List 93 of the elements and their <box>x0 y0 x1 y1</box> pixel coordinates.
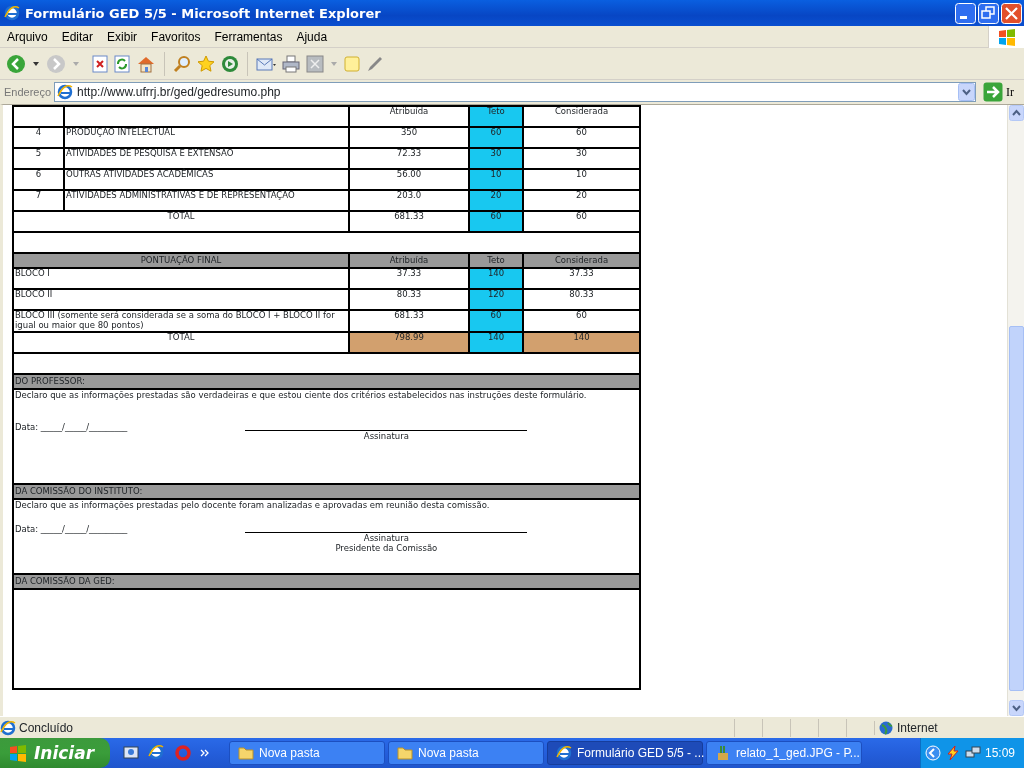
window-title: Formulário GED 5/5 - Microsoft Internet Explorer <box>25 5 382 21</box>
table-cell: 681.33 <box>349 310 469 332</box>
back-icon[interactable] <box>6 53 26 74</box>
search-icon[interactable] <box>173 54 191 73</box>
table-cell: 4 <box>13 127 64 148</box>
taskbar-button[interactable]: Formulário GED 5/5 - ... <box>547 741 703 765</box>
windows-flag-icon <box>996 27 1017 46</box>
desktop-icon[interactable] <box>122 744 140 762</box>
page-icon <box>57 84 74 100</box>
lightning-icon[interactable] <box>945 745 961 761</box>
restore-icon[interactable] <box>978 2 999 24</box>
table-cell: TOTAL <box>13 331 349 353</box>
column-header: Teto <box>469 106 523 127</box>
menu-item[interactable]: Editar <box>54 29 101 44</box>
folder-icon <box>238 746 254 760</box>
table-cell: ATIVIDADES DE PESQUISA E EXTENSÃO <box>64 148 349 169</box>
date-line: Data: _____/_____/_________ <box>15 525 128 536</box>
signature-label: Assinatura <box>363 432 409 443</box>
table-cell: BLOCO II <box>13 289 349 310</box>
chevron-icon[interactable] <box>200 748 210 758</box>
table-cell: TOTAL <box>13 211 349 232</box>
table-cell: 37.33 <box>523 268 640 289</box>
browser-icon[interactable] <box>148 744 166 762</box>
table-cell: PRODUÇÃO INTELECTUAL <box>64 127 349 148</box>
menu-item[interactable]: Favoritos <box>144 29 208 44</box>
table-cell: 6 <box>13 169 64 190</box>
table-cell: 10 <box>523 169 640 190</box>
address-field[interactable]: http://www.ufrrj.br/ged/gedresumo.php <box>54 82 976 102</box>
statement-text: Declaro que as informações prestadas pelo docente foram analizadas e aprovadas em reunião desta comissão. <box>15 500 491 511</box>
table-cell: 37.33 <box>349 268 469 289</box>
globe-icon <box>879 720 893 735</box>
browser-icon <box>556 745 572 761</box>
arrow-icon <box>983 82 1003 102</box>
table-cell: ATIVIDADES ADMINISTRATIVAS E DE REPRESENTAÇÃO <box>64 190 349 211</box>
minimize-icon[interactable] <box>955 2 976 24</box>
table-cell: 30 <box>523 148 640 169</box>
browser-icon <box>4 5 20 21</box>
windows-flag-icon <box>8 744 28 762</box>
table-cell: 56.00 <box>349 169 469 190</box>
brush-icon <box>715 745 731 761</box>
menu-item[interactable]: Arquivo <box>0 29 55 44</box>
start-button[interactable]: Iniciar <box>0 738 110 768</box>
scroll-up-icon[interactable] <box>1008 105 1024 121</box>
table-cell: OUTRAS ATIVIDADES ACADÊMICAS <box>64 169 349 190</box>
caret-icon[interactable] <box>32 59 40 68</box>
media-icon[interactable] <box>221 54 239 73</box>
page-icon <box>0 719 16 736</box>
clock: 15:09 <box>985 746 1016 760</box>
taskbar-button[interactable]: Nova pasta <box>388 741 544 765</box>
table-cell: BLOCO III (somente será considerada se a soma do BLOCO I + BLOCO II for igual ou maior que 80 pontos) <box>13 310 349 332</box>
refresh-icon[interactable] <box>114 54 130 73</box>
collapse-icon[interactable] <box>925 745 941 761</box>
envelope-icon[interactable] <box>256 55 276 72</box>
table-cell: 60 <box>523 127 640 148</box>
signature-label: Assinatura <box>363 534 409 544</box>
printer-icon[interactable] <box>282 54 300 73</box>
table-cell: 60 <box>523 310 640 332</box>
table-cell: 80.33 <box>349 289 469 310</box>
address-label: Endereço <box>4 86 52 98</box>
table-cell: 350 <box>349 127 469 148</box>
table-cell: 80.33 <box>523 289 640 310</box>
menu-item[interactable]: Ajuda <box>289 29 335 44</box>
menu-item[interactable]: Exibir <box>100 29 145 44</box>
folder-icon <box>397 746 413 760</box>
dropdown-icon[interactable] <box>958 83 975 101</box>
network-icon[interactable] <box>965 745 981 761</box>
stop-icon[interactable] <box>92 54 108 73</box>
column-header: Considerada <box>523 106 640 127</box>
table-cell: 60 <box>523 211 640 232</box>
home-icon[interactable] <box>136 54 156 73</box>
table-cell: 681.33 <box>349 211 469 232</box>
window-icon[interactable] <box>306 54 324 73</box>
scroll-down-icon[interactable] <box>1008 700 1024 716</box>
taskbar-button[interactable]: relato_1_ged.JPG - P... <box>706 741 862 765</box>
table-cell: 203.0 <box>349 190 469 211</box>
pen-icon[interactable] <box>366 54 384 73</box>
signature-label: Presidente da Comissão <box>335 544 438 554</box>
table-cell: BLOCO I <box>13 268 349 289</box>
table-cell: 5 <box>13 148 64 169</box>
table-cell: 72.33 <box>349 148 469 169</box>
go-button[interactable]: Ir <box>979 82 1022 102</box>
table-cell: 20 <box>523 190 640 211</box>
close-icon[interactable] <box>1001 2 1022 24</box>
table-cell: 7 <box>13 190 64 211</box>
status-text: Concluído <box>19 720 74 735</box>
statement-text: Declaro que as informações prestadas são verdadeiras e que estou ciente dos critérios estabelecidos nas instruções deste formulário. <box>15 390 588 401</box>
date-line: Data: _____/_____/_________ <box>15 423 128 434</box>
star-icon[interactable] <box>197 54 215 73</box>
column-header: Atribuída <box>349 106 469 127</box>
zone-text: Internet <box>897 720 938 735</box>
menu-item[interactable]: Ferramentas <box>207 29 290 44</box>
taskbar-button[interactable]: Nova pasta <box>229 741 385 765</box>
scrollbar-thumb[interactable] <box>1008 326 1024 691</box>
